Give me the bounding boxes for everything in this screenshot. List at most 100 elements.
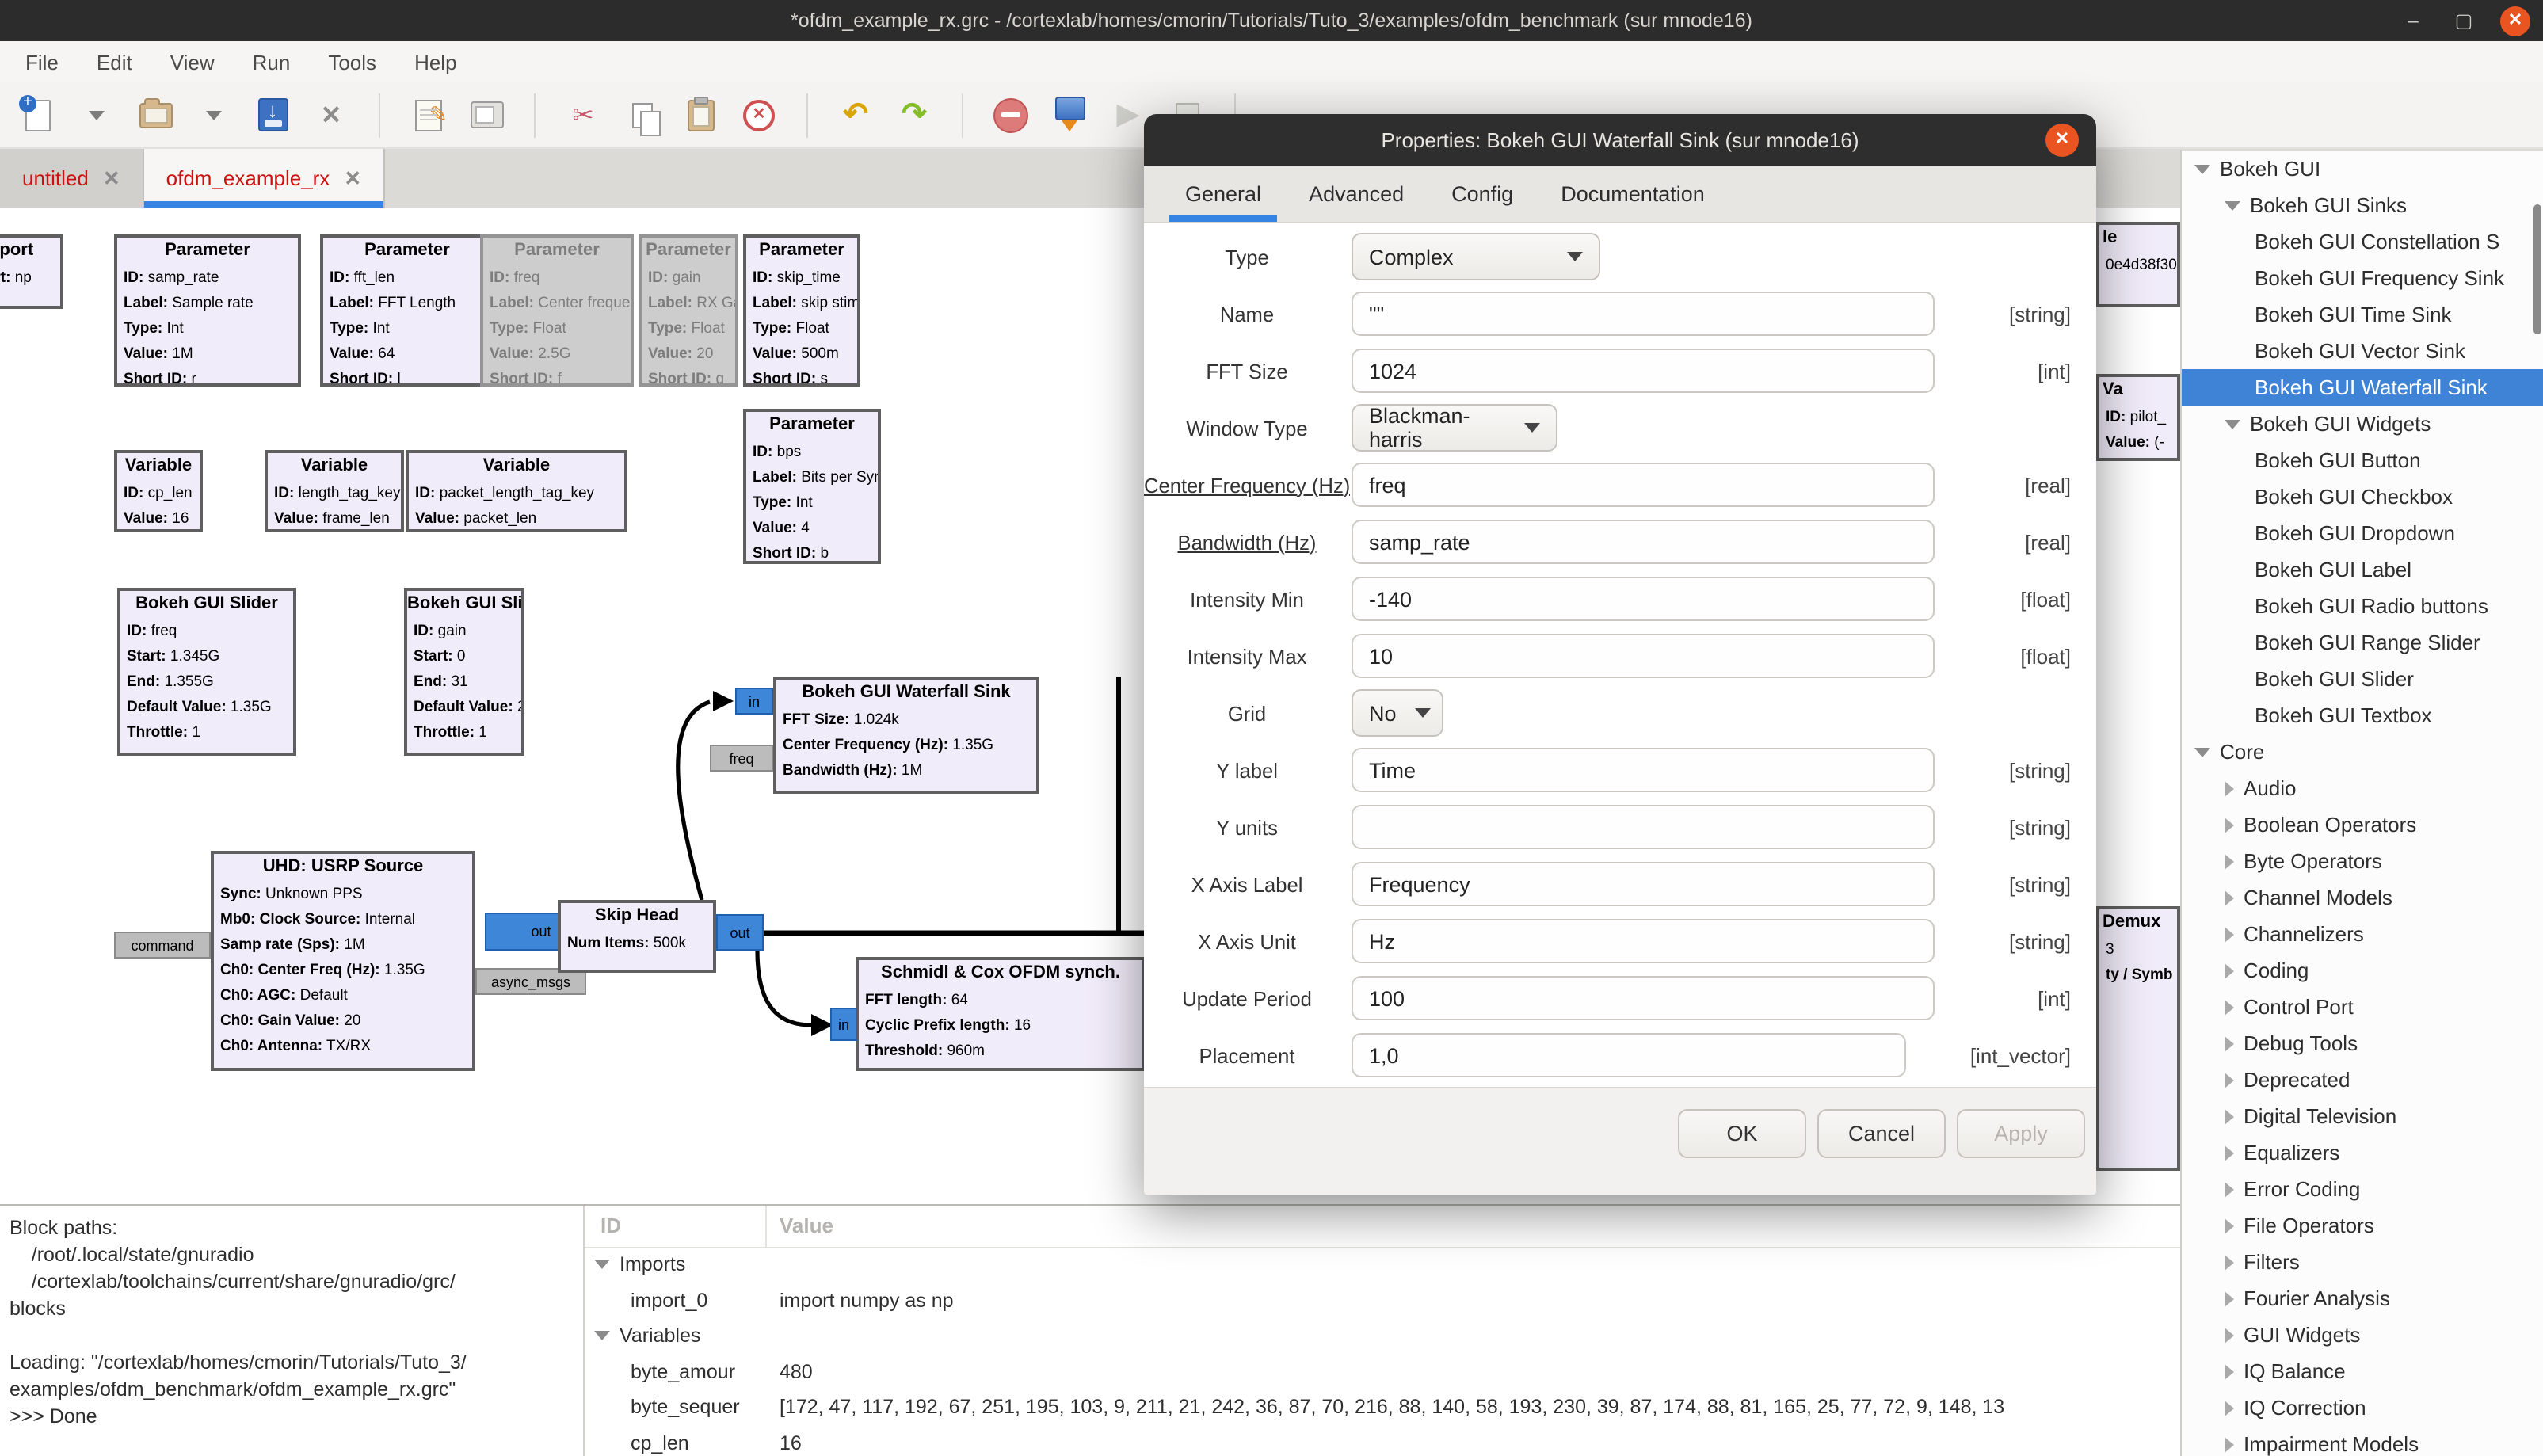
block-parameter-samp-rate[interactable]: ParameterID: samp_rateLabel: Sample rate… <box>114 234 301 387</box>
block-bokeh-gui-waterfall-sink-port-freq[interactable]: freq <box>710 745 773 772</box>
y-label-input[interactable] <box>1352 748 1935 792</box>
block-parameter-fft-len[interactable]: ParameterID: fft_lenLabel: FFT LengthTyp… <box>320 234 494 387</box>
block-bokeh-gui-slider-freq[interactable]: Bokeh GUI SliderID: freqStart: 1.345GEnd… <box>117 588 296 756</box>
tree-item-control-port[interactable]: Control Port <box>2182 989 2543 1025</box>
tree-item-bokeh-gui-textbox[interactable]: Bokeh GUI Textbox <box>2182 697 2543 734</box>
tree-item-bokeh-gui-label[interactable]: Bokeh GUI Label <box>2182 551 2543 588</box>
tree-item-bokeh-gui[interactable]: Bokeh GUI <box>2182 151 2543 187</box>
tree-item-byte-operators[interactable]: Byte Operators <box>2182 843 2543 879</box>
menu-view[interactable]: View <box>170 50 215 74</box>
block-skip-head[interactable]: Skip HeadNum Items: 500k <box>558 900 716 973</box>
tree-item-deprecated[interactable]: Deprecated <box>2182 1062 2543 1098</box>
chevron-down-icon[interactable] <box>594 1260 610 1269</box>
block-usrp-source[interactable]: UHD: USRP SourceSync: Unknown PPSMb0: Cl… <box>211 851 475 1071</box>
close-button[interactable]: ✕ <box>2500 6 2530 36</box>
menu-tools[interactable]: Tools <box>328 50 376 74</box>
block-bokeh-gui-waterfall-sink-port-in[interactable]: in <box>735 688 773 715</box>
block-parameter-freq[interactable]: ParameterID: freqLabel: Center frequency… <box>480 234 634 387</box>
tree-item-bokeh-gui-frequency-sink[interactable]: Bokeh GUI Frequency Sink <box>2182 260 2543 296</box>
tree-item-coding[interactable]: Coding <box>2182 952 2543 989</box>
generate-flowgraph-button[interactable] <box>1050 93 1088 137</box>
block-variable-length-tag-key[interactable]: VariableID: length_tag_keyValue: frame_l… <box>265 450 404 532</box>
tree-item-audio[interactable]: Audio <box>2182 770 2543 806</box>
tree-item-error-coding[interactable]: Error Coding <box>2182 1171 2543 1207</box>
ok-button[interactable]: OK <box>1678 1109 1806 1158</box>
minimize-button[interactable]: – <box>2399 10 2427 32</box>
undo-button[interactable]: ↶ <box>837 93 875 137</box>
intensity-min-input[interactable] <box>1352 577 1935 621</box>
close-flowgraph-button[interactable]: ✕ <box>312 93 350 137</box>
menu-file[interactable]: File <box>25 50 59 74</box>
new-flowgraph-button[interactable] <box>19 93 57 137</box>
x-axis-label-input[interactable] <box>1352 862 1935 906</box>
block-bokeh-gui-slider-gain[interactable]: Bokeh GUI SliderID: gainStart: 0End: 31D… <box>404 588 524 756</box>
block-schmidl-cox-ofdm-synch-port-in[interactable]: in <box>830 1008 857 1041</box>
block-skip-head-port-out[interactable]: out <box>716 914 764 951</box>
type-dropdown[interactable]: Complex <box>1352 233 1600 280</box>
window-type-dropdown[interactable]: Blackman-harris <box>1352 404 1557 452</box>
cut-button[interactable]: ✂ <box>564 93 602 137</box>
name-input[interactable] <box>1352 292 1935 336</box>
save-button[interactable] <box>254 93 292 137</box>
cancel-button[interactable]: Cancel <box>1817 1109 1946 1158</box>
menu-edit[interactable]: Edit <box>97 50 132 74</box>
tree-item-impairment-models[interactable]: Impairment Models <box>2182 1426 2543 1456</box>
tab-close-icon[interactable]: ✕ <box>103 166 120 191</box>
tree-item-bokeh-gui-dropdown[interactable]: Bokeh GUI Dropdown <box>2182 515 2543 551</box>
block-bokeh-gui-waterfall-sink[interactable]: Bokeh GUI Waterfall SinkFFT Size: 1.024k… <box>773 677 1039 794</box>
tree-item-bokeh-gui-button[interactable]: Bokeh GUI Button <box>2182 442 2543 478</box>
block-partial-variable-pilot[interactable]: VaID: pilot_Value: (- <box>2096 374 2180 461</box>
block-variable-packet-length-tag-key[interactable]: VariableID: packet_length_tag_keyValue: … <box>406 450 627 532</box>
open-flowgraph-button[interactable] <box>136 93 174 137</box>
dialog-tab-documentation[interactable]: Documentation <box>1561 166 1705 222</box>
tree-item-bokeh-gui-sinks[interactable]: Bokeh GUI Sinks <box>2182 187 2543 223</box>
menu-help[interactable]: Help <box>414 50 457 74</box>
block-usrp-source-port-command[interactable]: command <box>114 932 211 959</box>
apply-button[interactable]: Apply <box>1957 1109 2085 1158</box>
open-flowgraph-caret-button[interactable] <box>195 93 233 137</box>
update-period-input[interactable] <box>1352 976 1935 1020</box>
bandwidth-hz-input[interactable] <box>1352 520 1935 564</box>
block-parameter-gain[interactable]: ParameterID: gainLabel: RX GainType: Flo… <box>639 234 738 387</box>
dialog-tab-general[interactable]: General <box>1185 166 1261 222</box>
tree-item-bokeh-gui-time-sink[interactable]: Bokeh GUI Time Sink <box>2182 296 2543 333</box>
menu-run[interactable]: Run <box>253 50 291 74</box>
tree-item-iq-balance[interactable]: IQ Balance <box>2182 1353 2543 1389</box>
y-units-input[interactable] <box>1352 805 1935 849</box>
block-partial-variable-hash[interactable]: le0e4d38f30 <box>2096 222 2180 307</box>
fft-size-input[interactable] <box>1352 349 1935 393</box>
block-variable-cp-len[interactable]: VariableID: cp_lenValue: 16 <box>114 450 203 532</box>
tree-item-bokeh-gui-slider[interactable]: Bokeh GUI Slider <box>2182 661 2543 697</box>
tree-item-bokeh-gui-vector-sink[interactable]: Bokeh GUI Vector Sink <box>2182 333 2543 369</box>
tree-item-fourier-analysis[interactable]: Fourier Analysis <box>2182 1280 2543 1317</box>
tree-item-bokeh-gui-checkbox[interactable]: Bokeh GUI Checkbox <box>2182 478 2543 515</box>
errors-button[interactable] <box>992 93 1030 137</box>
new-flowgraph-caret-button[interactable] <box>78 93 116 137</box>
tab-close-icon[interactable]: ✕ <box>344 166 361 191</box>
tree-item-bokeh-gui-range-slider[interactable]: Bokeh GUI Range Slider <box>2182 624 2543 661</box>
tab-ofdm-example-rx[interactable]: ofdm_example_rx✕ <box>144 149 385 208</box>
tree-item-channel-models[interactable]: Channel Models <box>2182 879 2543 916</box>
paste-button[interactable] <box>681 93 719 137</box>
tree-item-core[interactable]: Core <box>2182 734 2543 770</box>
execute-flowgraph-button[interactable]: ▶ <box>1109 93 1147 137</box>
tree-item-digital-television[interactable]: Digital Television <box>2182 1098 2543 1134</box>
block-parameter-skip-time[interactable]: ParameterID: skip_timeLabel: skip stimeT… <box>743 234 860 387</box>
tree-item-file-operators[interactable]: File Operators <box>2182 1207 2543 1244</box>
intensity-max-input[interactable] <box>1352 634 1935 678</box>
tree-item-bokeh-gui-radio-buttons[interactable]: Bokeh GUI Radio buttons <box>2182 588 2543 624</box>
tree-item-iq-correction[interactable]: IQ Correction <box>2182 1389 2543 1426</box>
chevron-down-icon[interactable] <box>594 1331 610 1340</box>
tree-item-debug-tools[interactable]: Debug Tools <box>2182 1025 2543 1062</box>
block-partial-demux[interactable]: Demux3ty / Symb <box>2096 906 2180 1171</box>
block-parameter-bps[interactable]: ParameterID: bpsLabel: Bits per SymbolTy… <box>743 409 881 564</box>
tree-item-equalizers[interactable]: Equalizers <box>2182 1134 2543 1171</box>
tab-untitled[interactable]: untitled✕ <box>0 149 144 208</box>
tree-item-channelizers[interactable]: Channelizers <box>2182 916 2543 952</box>
dialog-close-button[interactable]: ✕ <box>2045 124 2079 157</box>
redo-button[interactable]: ↷ <box>895 93 933 137</box>
screenshot-button[interactable] <box>467 93 505 137</box>
copy-button[interactable] <box>623 93 661 137</box>
tree-item-filters[interactable]: Filters <box>2182 1244 2543 1280</box>
x-axis-unit-input[interactable] <box>1352 919 1935 963</box>
